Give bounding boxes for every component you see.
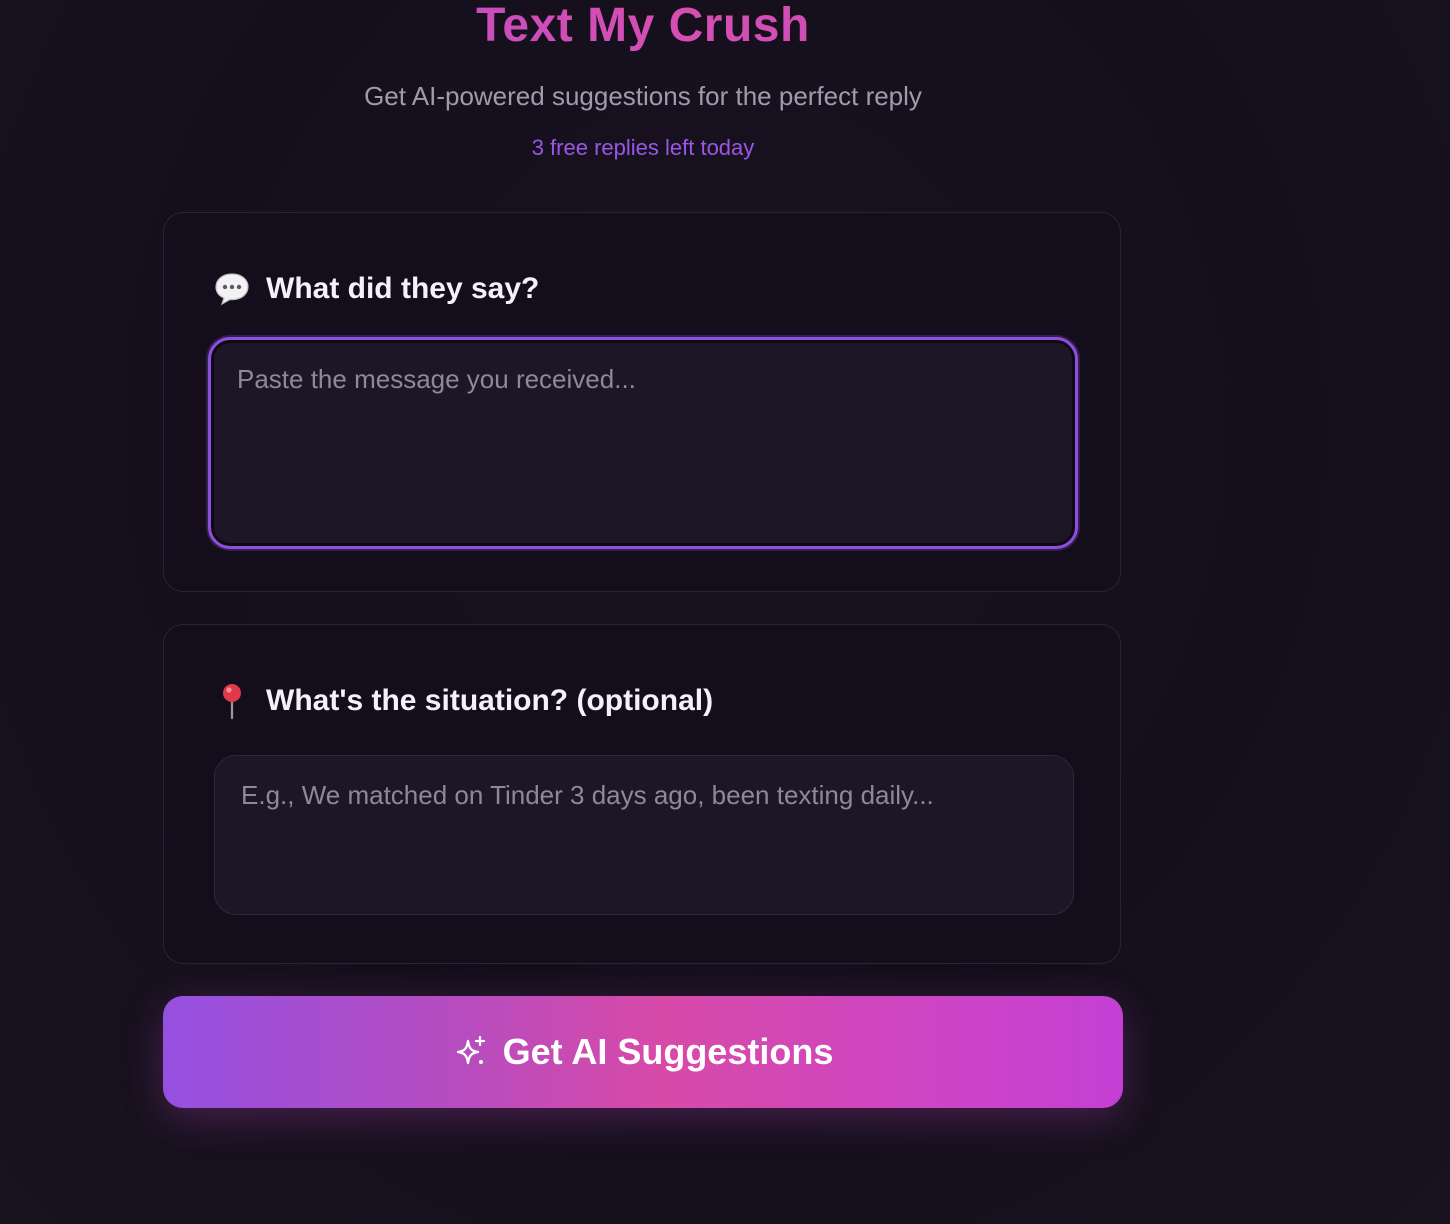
free-replies-counter: 3 free replies left today (531, 135, 755, 160)
situation-input[interactable] (214, 755, 1074, 915)
situation-label-row: What's the situation? (optional) (212, 681, 713, 721)
message-input[interactable] (208, 337, 1078, 549)
get-suggestions-button[interactable]: Get AI Suggestions (163, 996, 1123, 1108)
message-label: What did they say? (266, 272, 540, 305)
page: Text My Crush Get AI-powered suggestions… (0, 0, 1450, 1224)
app-title: Text My Crush (163, 0, 1123, 58)
app-subtitle: Get AI-powered suggestions for the perfe… (364, 81, 922, 111)
get-suggestions-label: Get AI Suggestions (502, 1031, 834, 1072)
speech-bubble-icon (212, 269, 252, 309)
message-card: What did they say? (163, 212, 1121, 592)
sparkles-icon (453, 1034, 489, 1070)
situation-label: What's the situation? (optional) (266, 684, 714, 717)
round-pushpin-icon (212, 681, 252, 721)
situation-card: What's the situation? (optional) (163, 624, 1121, 964)
message-label-row: What did they say? (212, 269, 539, 309)
